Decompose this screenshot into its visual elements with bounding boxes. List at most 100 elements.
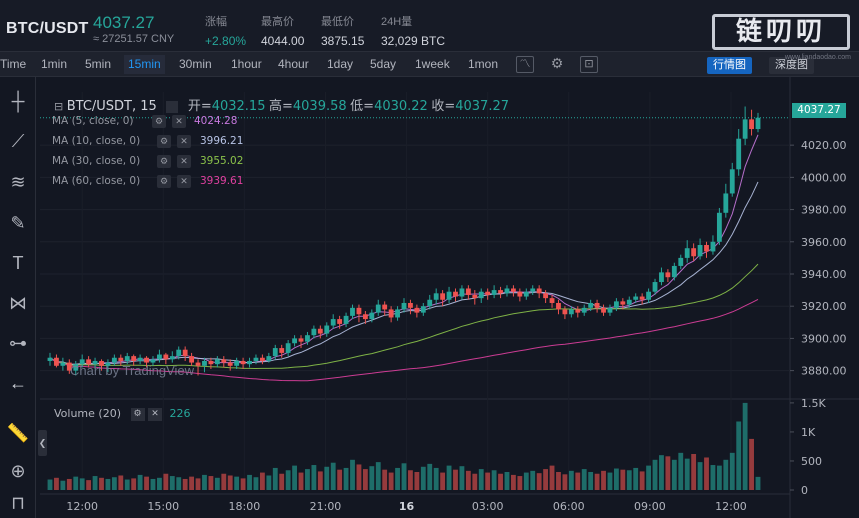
volume-bar [137, 474, 143, 490]
volume-bar [671, 459, 677, 490]
candle-body [511, 288, 516, 292]
volume-settings-icon[interactable]: ⚙ [130, 407, 145, 421]
volume-bar [60, 480, 66, 490]
candle-body [568, 309, 574, 315]
candle-body [723, 193, 729, 213]
candle-body [729, 169, 735, 194]
ma10-value: 3996.21 [200, 135, 244, 147]
candle-body [408, 302, 413, 308]
volume-bar [659, 455, 664, 490]
volume-bar [285, 470, 291, 490]
volume-bar [253, 477, 259, 490]
ma60-close-icon[interactable]: ✕ [177, 175, 191, 188]
volume-bar [73, 476, 79, 490]
legend-close-label: 收= [431, 99, 456, 114]
ma10-settings-icon[interactable]: ⚙ [157, 135, 171, 148]
candle-body [433, 293, 439, 300]
candle-body [362, 314, 368, 320]
ma5-label: MA (5, close, 0) [52, 115, 134, 127]
volume-bar [568, 470, 574, 490]
volume-bar [652, 459, 658, 490]
current-price-tag: 4037.27 [792, 103, 846, 118]
candle-body [240, 360, 246, 365]
candle-body [247, 360, 252, 365]
candle-body [549, 298, 555, 303]
volume-bar [511, 474, 516, 490]
legend-low-label: 低= [350, 99, 375, 114]
time-tick-label: 15:00 [147, 500, 179, 513]
ma30-close-icon[interactable]: ✕ [177, 155, 191, 168]
candle-body [646, 291, 651, 300]
candle-body [234, 360, 240, 366]
candle-body [575, 309, 581, 313]
ma30-settings-icon[interactable]: ⚙ [157, 155, 171, 168]
volume-bar [485, 472, 491, 490]
ma60-settings-icon[interactable]: ⚙ [157, 175, 171, 188]
candle-body [137, 357, 143, 361]
volume-bar [221, 473, 227, 490]
volume-bar [601, 470, 606, 490]
volume-bar [54, 477, 59, 490]
volume-bar [350, 459, 355, 490]
ma5-settings-icon[interactable]: ⚙ [152, 115, 166, 128]
candle-body [272, 348, 278, 357]
time-tick-label: 09:00 [634, 500, 666, 513]
volume-bar [691, 454, 697, 490]
volume-bar [549, 465, 555, 490]
volume-bar [517, 476, 523, 490]
candle-body [131, 356, 137, 361]
legend-symbol: BTC/USDT, 15 [66, 99, 157, 114]
legend-settings-icon[interactable] [166, 101, 179, 113]
candle-body [54, 357, 59, 366]
volume-close-icon[interactable]: ✕ [148, 407, 162, 421]
legend-collapse-icon[interactable]: ⊟ [54, 100, 63, 113]
volume-bar [234, 476, 240, 490]
candle-body [118, 357, 124, 361]
legend-open-label: 开= [187, 99, 212, 114]
candle-body [157, 354, 162, 360]
candle-body [401, 302, 407, 310]
candle-body [530, 288, 536, 292]
volume-tick-label: 0 [801, 484, 808, 497]
candle-body [478, 291, 484, 299]
legend-open: 4032.15 [211, 99, 266, 114]
volume-bar [588, 472, 594, 490]
volume-bar [272, 467, 278, 490]
volume-bar [292, 465, 297, 490]
volume-tick-label: 1.5K [801, 397, 826, 410]
candle-body [491, 290, 497, 295]
candle-body [517, 291, 523, 297]
candle-body [311, 328, 317, 336]
volume-bar [607, 472, 613, 490]
ma5-close-icon[interactable]: ✕ [172, 115, 186, 128]
candle-body [214, 359, 220, 365]
ma10-close-icon[interactable]: ✕ [177, 135, 191, 148]
volume-bar [259, 472, 265, 490]
volume-bar [266, 475, 272, 490]
candle-body [388, 309, 394, 318]
volume-bar [697, 462, 703, 490]
price-chart[interactable]: 4020.00 4000.00 3980.00 3960.00 3940.00 3920.… [0, 0, 859, 518]
volume-bar [311, 465, 317, 490]
volume-bar [343, 467, 349, 490]
volume-bar [498, 473, 503, 490]
volume-bar [324, 466, 330, 490]
candle-body [202, 360, 207, 366]
candle-body [652, 282, 658, 292]
candle-body [253, 357, 259, 361]
candle-body [588, 302, 594, 308]
candle-body [324, 325, 330, 334]
trading-app: BTC/USDT 4037.27 ≈ 27251.57 CNY 涨幅 +2.80… [0, 0, 859, 518]
volume-bar [453, 469, 458, 490]
candle-body [221, 359, 227, 363]
price-tick-label: 3920.00 [801, 300, 847, 313]
candle-body [176, 349, 182, 357]
volume-bar [755, 476, 761, 490]
candle-body [543, 293, 549, 299]
volume-bar [581, 469, 587, 490]
volume-bar [395, 467, 400, 490]
candle-body [446, 291, 452, 300]
time-tick-label: 21:00 [310, 500, 342, 513]
time-tick-label: 06:00 [553, 500, 585, 513]
volume-bar [375, 462, 381, 490]
